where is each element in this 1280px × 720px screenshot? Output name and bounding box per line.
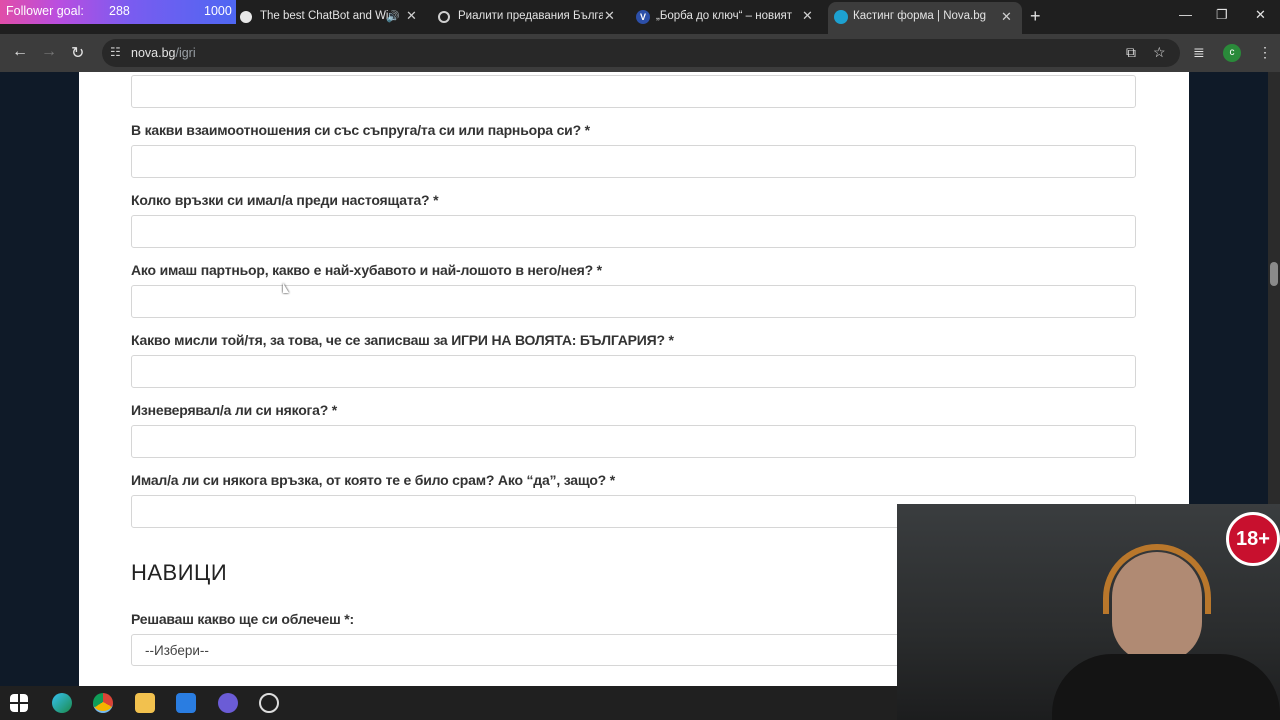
follower-goal-overlay: Follower goal: 288 1000: [0, 0, 236, 24]
obs-icon[interactable]: [259, 693, 279, 713]
tab-close-icon[interactable]: ✕: [1001, 9, 1012, 25]
tab-close-icon[interactable]: ✕: [802, 8, 813, 24]
streamer-shirt: [1052, 654, 1280, 720]
previous-relationships-input[interactable]: [131, 215, 1136, 248]
bookmark-star-icon[interactable]: ☆: [1153, 44, 1166, 61]
file-explorer-icon[interactable]: [135, 693, 155, 713]
media-controls-icon[interactable]: ≣: [1193, 44, 1205, 61]
url-text: nova.bg/igri: [131, 46, 196, 60]
relationship-input[interactable]: [131, 145, 1136, 178]
tab-close-icon[interactable]: ✕: [604, 8, 615, 24]
tab-title: „Борба до ключ“ – новият риалити: [656, 10, 794, 22]
minimize-icon[interactable]: —: [1179, 7, 1192, 22]
tab-title: Риалити предавания България: [458, 10, 603, 22]
chrome-icon[interactable]: [93, 693, 113, 713]
nova-favicon-icon: [834, 10, 848, 24]
mouse-cursor-icon: [283, 283, 289, 293]
new-tab-icon[interactable]: +: [1030, 6, 1041, 27]
streamer-face: [1112, 552, 1202, 662]
cheated-input[interactable]: [131, 425, 1136, 458]
question-previous-relationships-label: Колко връзки си имал/а преди настоящата?…: [131, 192, 439, 208]
tab-casting-form[interactable]: Кастинг форма | Nova.bg ✕: [828, 2, 1022, 34]
v-favicon-icon: V: [636, 10, 650, 24]
speaker-icon[interactable]: 🔊: [386, 10, 400, 23]
webcam-overlay: [897, 504, 1280, 720]
restore-icon[interactable]: ❐: [1216, 7, 1228, 23]
windows-start-icon[interactable]: [10, 694, 28, 712]
partner-opinion-input[interactable]: [131, 355, 1136, 388]
address-bar[interactable]: ☷ nova.bg/igri: [102, 39, 1180, 67]
openai-favicon-icon: [438, 11, 450, 23]
question-partner-best-worst-label: Ако имаш партньор, какво е най-хубавото …: [131, 262, 602, 278]
tab-title: Кастинг форма | Nova.bg: [853, 10, 987, 22]
tab-title: The best ChatBot and Widg: [260, 10, 388, 22]
site-info-icon[interactable]: ☷: [110, 45, 121, 59]
back-icon[interactable]: ←: [12, 43, 28, 61]
browser-toolbar: ← → ↻ ☷ nova.bg/igri ⧉ ☆ ≣ c ⋮: [0, 34, 1280, 72]
chatbot-favicon-icon: [240, 11, 252, 23]
follower-goal-label: Follower goal:: [6, 4, 84, 18]
tab-close-icon[interactable]: ✕: [406, 8, 417, 24]
follower-goal-current: 288: [109, 4, 130, 18]
question-partner-opinion-label: Какво мисли той/тя, за това, че се запис…: [131, 332, 674, 348]
install-app-icon[interactable]: ⧉: [1126, 44, 1136, 61]
edge-icon[interactable]: [52, 693, 72, 713]
forward-icon[interactable]: →: [41, 43, 57, 61]
previous-answer-input[interactable]: [131, 75, 1136, 108]
scrollbar-thumb[interactable]: [1270, 262, 1278, 286]
close-window-icon[interactable]: ✕: [1255, 7, 1266, 23]
store-icon[interactable]: [176, 693, 196, 713]
follower-goal-target: 1000: [204, 4, 232, 18]
tab-reality-shows[interactable]: Риалити предавания България ✕: [438, 4, 626, 30]
profile-avatar-icon[interactable]: c: [1223, 44, 1241, 62]
reload-icon[interactable]: ↻: [71, 43, 84, 63]
question-cheated-label: Изневерявал/а ли си някога? *: [131, 402, 338, 418]
select-value: --Избери--: [145, 643, 209, 658]
chat-app-icon[interactable]: [218, 693, 238, 713]
tab-strip: Follower goal: 288 1000 The best ChatBot…: [0, 0, 1280, 34]
menu-kebab-icon[interactable]: ⋮: [1258, 44, 1272, 61]
tab-borba-do-klyuch[interactable]: V „Борба до ключ“ – новият риалити ✕: [636, 4, 824, 30]
partner-best-worst-input[interactable]: [131, 285, 1136, 318]
tab-chatbot[interactable]: The best ChatBot and Widg 🔊 ✕: [240, 4, 428, 30]
windows-taskbar: [0, 686, 897, 720]
question-clothing-label: Решаваш какво ще си облечеш *:: [131, 611, 355, 627]
question-relationship-label: В какви взаимоотношения си със съпруга/т…: [131, 122, 590, 138]
question-ashamed-relationship-label: Имал/а ли си някога връзка, от която те …: [131, 472, 615, 488]
section-title-habits: НАВИЦИ: [131, 560, 228, 585]
age-rating-badge: 18+: [1226, 512, 1280, 566]
